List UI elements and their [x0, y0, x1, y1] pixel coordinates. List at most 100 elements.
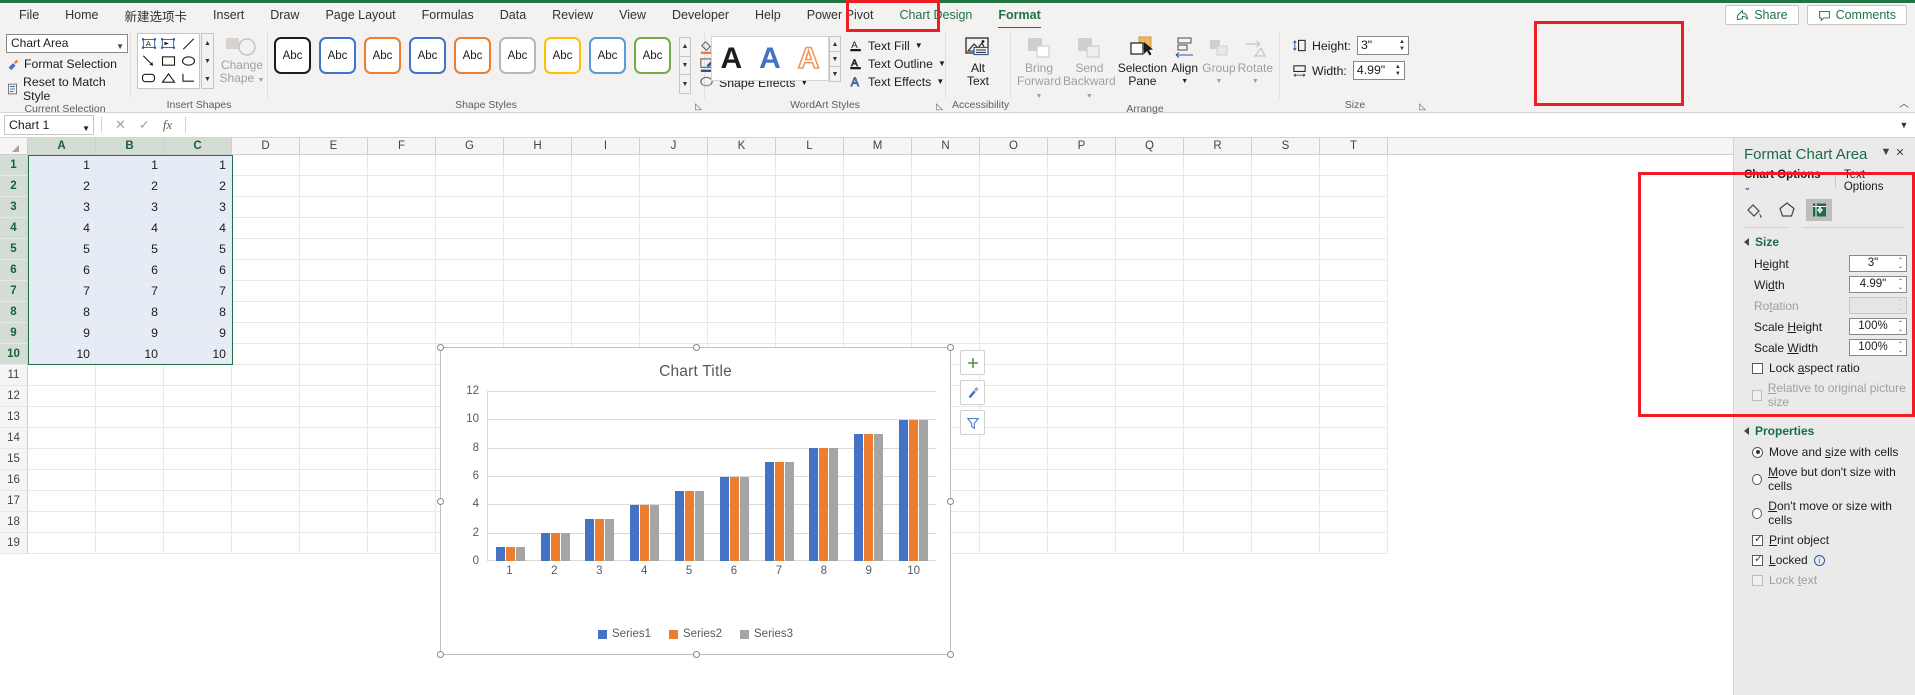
bar-Series3-3[interactable]	[605, 518, 615, 561]
cell-D13[interactable]	[232, 407, 300, 428]
cell-J6[interactable]	[640, 260, 708, 281]
row-header-9[interactable]: 9	[0, 323, 28, 344]
shapes-gallery[interactable]: A	[137, 33, 200, 89]
cell-D5[interactable]	[232, 239, 300, 260]
resize-handle-se[interactable]	[947, 651, 954, 658]
row-header-1[interactable]: 1	[0, 155, 28, 176]
cell-D12[interactable]	[232, 386, 300, 407]
cell-Q11[interactable]	[1116, 365, 1184, 386]
resize-handle-nw[interactable]	[437, 344, 444, 351]
cell-A16[interactable]	[28, 470, 96, 491]
bar-Series1-9[interactable]	[854, 434, 864, 561]
cell-A9[interactable]: 9	[28, 323, 96, 344]
cell-F11[interactable]	[368, 365, 436, 386]
cell-Q10[interactable]	[1116, 344, 1184, 365]
cell-E13[interactable]	[300, 407, 368, 428]
cell-H6[interactable]	[504, 260, 572, 281]
cell-I3[interactable]	[572, 197, 640, 218]
cell-P18[interactable]	[1048, 512, 1116, 533]
move-no-size-row[interactable]: Move but don't size with cells	[1734, 462, 1915, 496]
cell-Q13[interactable]	[1116, 407, 1184, 428]
bar-Series2-3[interactable]	[595, 518, 605, 561]
cell-K4[interactable]	[708, 218, 776, 239]
cell-Q12[interactable]	[1116, 386, 1184, 407]
cell-I1[interactable]	[572, 155, 640, 176]
cell-B8[interactable]: 8	[96, 302, 164, 323]
cell-L5[interactable]	[776, 239, 844, 260]
tab-new-tab-cn[interactable]: 新建选项卡	[112, 2, 201, 30]
cell-H2[interactable]	[504, 176, 572, 197]
cell-E11[interactable]	[300, 365, 368, 386]
bar-Series2-6[interactable]	[729, 476, 739, 561]
cell-Q3[interactable]	[1116, 197, 1184, 218]
cell-E4[interactable]	[300, 218, 368, 239]
wordart-sample[interactable]: A	[797, 42, 820, 74]
cell-C7[interactable]: 7	[164, 281, 232, 302]
cell-F18[interactable]	[368, 512, 436, 533]
cell-D4[interactable]	[232, 218, 300, 239]
cell-R18[interactable]	[1184, 512, 1252, 533]
select-all-corner[interactable]	[0, 138, 28, 154]
row-header-6[interactable]: 6	[0, 260, 28, 281]
cell-R15[interactable]	[1184, 449, 1252, 470]
cell-D10[interactable]	[232, 344, 300, 365]
cell-L6[interactable]	[776, 260, 844, 281]
cell-S4[interactable]	[1252, 218, 1320, 239]
fill-line-tab[interactable]	[1742, 199, 1768, 221]
wordart-dialog-launcher[interactable]: ◺	[936, 101, 943, 112]
width-input[interactable]: 4.99" ▲ ▼	[1352, 61, 1405, 80]
cell-O7[interactable]	[980, 281, 1048, 302]
bar-Series2-9[interactable]	[864, 434, 874, 561]
cell-C4[interactable]: 4	[164, 218, 232, 239]
expand-formula-bar-button[interactable]: ▼	[1895, 120, 1913, 130]
chart-elements-button[interactable]	[960, 350, 985, 375]
cell-A1[interactable]: 1	[28, 155, 96, 176]
cell-O9[interactable]	[980, 323, 1048, 344]
cell-H5[interactable]	[504, 239, 572, 260]
cell-E14[interactable]	[300, 428, 368, 449]
share-button[interactable]: Share	[1725, 5, 1799, 25]
cell-F8[interactable]	[368, 302, 436, 323]
insert-function-icon[interactable]: fx	[163, 117, 172, 133]
cell-B17[interactable]	[96, 491, 164, 512]
shapes-gallery-scroll[interactable]: ▲ ▼ ▼	[201, 33, 214, 89]
cell-F16[interactable]	[368, 470, 436, 491]
cell-S13[interactable]	[1252, 407, 1320, 428]
cell-B16[interactable]	[96, 470, 164, 491]
cell-O11[interactable]	[980, 365, 1048, 386]
cell-M5[interactable]	[844, 239, 912, 260]
cell-C17[interactable]	[164, 491, 232, 512]
cell-R2[interactable]	[1184, 176, 1252, 197]
shape-styles-scroll[interactable]: ▲ ▼ ▼	[679, 37, 691, 95]
cell-T8[interactable]	[1320, 302, 1388, 323]
cell-R8[interactable]	[1184, 302, 1252, 323]
row-header-5[interactable]: 5	[0, 239, 28, 260]
cell-K9[interactable]	[708, 323, 776, 344]
pane-width-input[interactable]: 4.99" ⌃ ⌄	[1849, 276, 1907, 293]
shape-style-swatch[interactable]: Abc	[634, 37, 671, 74]
cell-S6[interactable]	[1252, 260, 1320, 281]
row-header-11[interactable]: 11	[0, 365, 28, 386]
cell-D2[interactable]	[232, 176, 300, 197]
column-header-N[interactable]: N	[912, 138, 980, 154]
cell-O14[interactable]	[980, 428, 1048, 449]
cell-C2[interactable]: 2	[164, 176, 232, 197]
cell-D11[interactable]	[232, 365, 300, 386]
cell-I9[interactable]	[572, 323, 640, 344]
column-header-O[interactable]: O	[980, 138, 1048, 154]
cell-G7[interactable]	[436, 281, 504, 302]
legend-item-Series1[interactable]: Series1	[598, 628, 651, 640]
bar-Series3-7[interactable]	[784, 462, 794, 561]
cell-A10[interactable]: 10	[28, 344, 96, 365]
cell-F9[interactable]	[368, 323, 436, 344]
row-header-15[interactable]: 15	[0, 449, 28, 470]
wordart-sample[interactable]: A	[720, 43, 742, 74]
cell-H4[interactable]	[504, 218, 572, 239]
cell-B18[interactable]	[96, 512, 164, 533]
cell-O8[interactable]	[980, 302, 1048, 323]
cell-O18[interactable]	[980, 512, 1048, 533]
cell-O16[interactable]	[980, 470, 1048, 491]
cell-P2[interactable]	[1048, 176, 1116, 197]
cell-E17[interactable]	[300, 491, 368, 512]
chevron-down-icon[interactable]: ▼	[829, 51, 841, 67]
